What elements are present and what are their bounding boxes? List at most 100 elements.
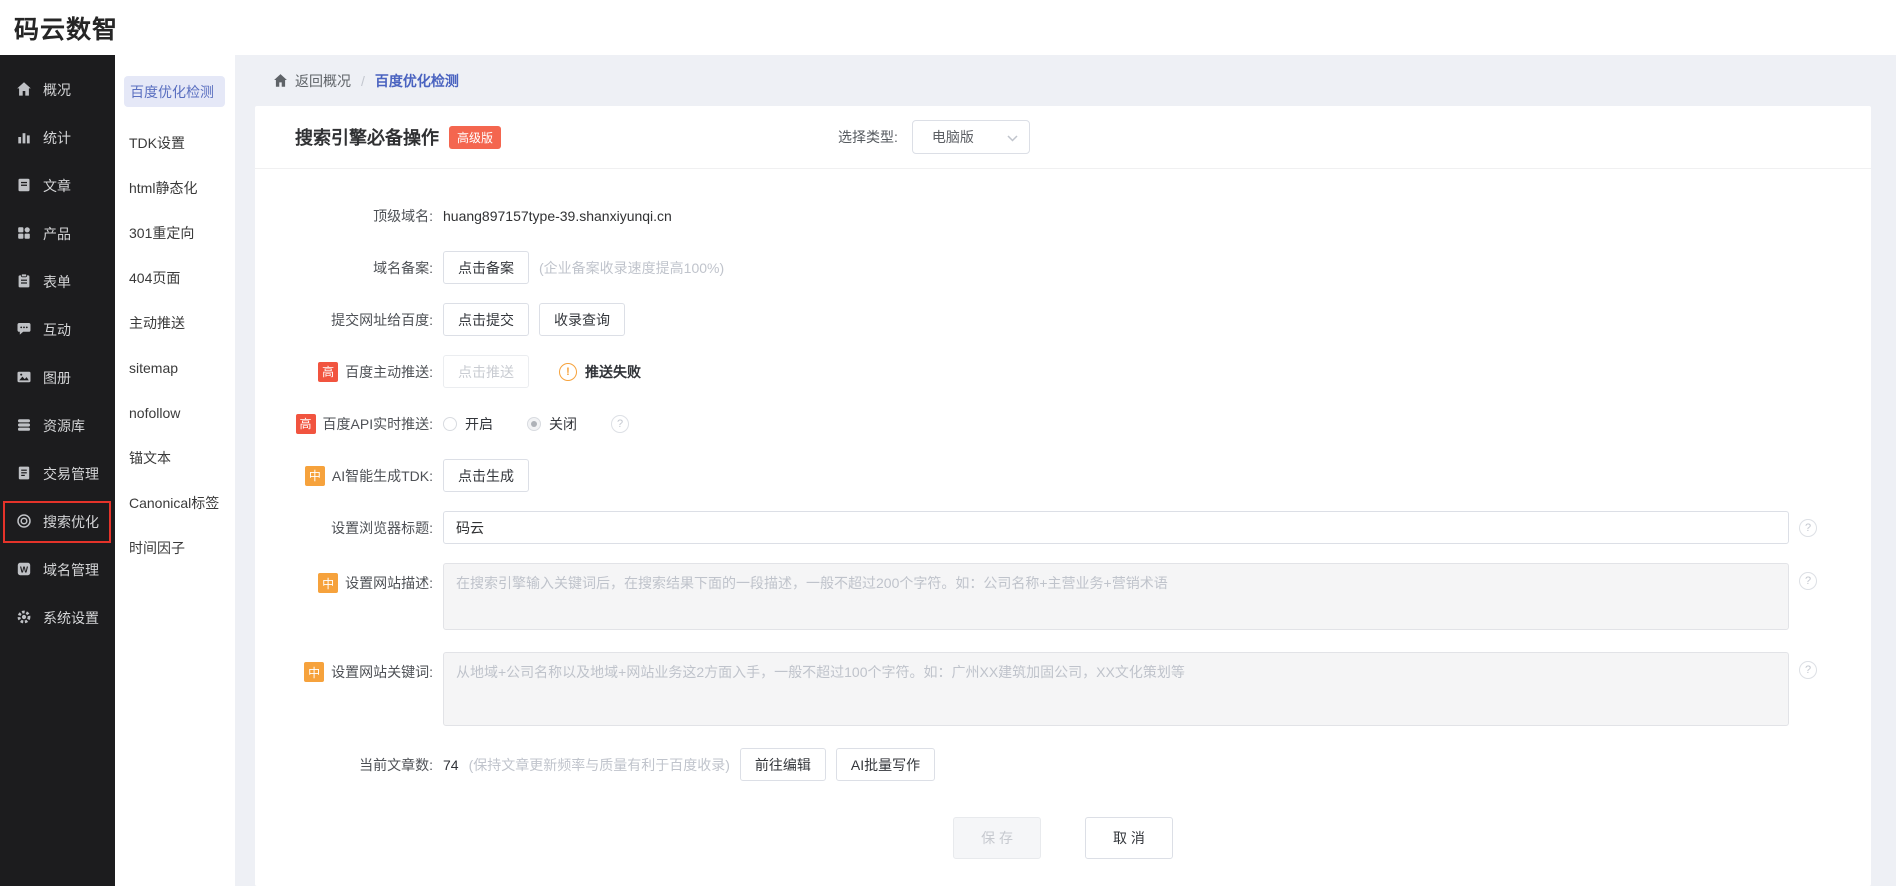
sidebar-item-transactions[interactable]: 交易管理 — [0, 450, 115, 498]
push-button-disabled[interactable]: 点击推送 — [443, 355, 529, 388]
site-description-textarea[interactable] — [443, 563, 1789, 630]
go-edit-button[interactable]: 前往编辑 — [740, 748, 826, 781]
warning-icon: ! — [559, 363, 577, 381]
sidebar-item-label: 表单 — [43, 272, 71, 292]
label-text: 百度主动推送: — [345, 362, 433, 382]
top-domain-value: huang897157type-39.shanxiyunqi.cn — [443, 208, 672, 224]
label-text: 设置浏览器标题: — [331, 518, 433, 538]
radio-api-push-off[interactable]: 关闭 — [527, 414, 577, 434]
help-icon[interactable]: ? — [1799, 572, 1817, 590]
sidebar-item-domains[interactable]: W 域名管理 — [0, 546, 115, 594]
page-title: 搜索引擎必备操作 — [295, 124, 439, 150]
database-icon — [16, 417, 32, 436]
submenu-item-nofollow[interactable]: nofollow — [115, 390, 235, 435]
form-footer: 保 存 取 消 — [295, 817, 1831, 859]
grid-icon — [16, 225, 32, 244]
svg-text:W: W — [20, 564, 29, 574]
form-row-ai-tdk: 中 AI智能生成TDK: 点击生成 — [295, 459, 1831, 492]
priority-high-badge: 高 — [318, 362, 338, 382]
sidebar-item-interaction[interactable]: 互动 — [0, 306, 115, 354]
chart-icon — [16, 129, 32, 148]
submenu-item-push[interactable]: 主动推送 — [115, 300, 235, 345]
sidebar-item-products[interactable]: 产品 — [0, 210, 115, 258]
radio-checked-icon — [527, 417, 541, 431]
save-button[interactable]: 保 存 — [953, 817, 1041, 859]
app-logo: 码云数智 — [14, 10, 118, 46]
primary-sidebar: 概况 统计 文章 产品 表单 互动 — [0, 55, 115, 886]
label-text: AI智能生成TDK: — [332, 466, 433, 486]
submenu-item-time-factor[interactable]: 时间因子 — [115, 525, 235, 570]
help-icon[interactable]: ? — [611, 415, 629, 433]
article-count-hint: (保持文章更新频率与质量有利于百度收录) — [469, 755, 730, 775]
help-icon[interactable]: ? — [1799, 661, 1817, 679]
type-select-group: 选择类型: 电脑版 — [838, 106, 1030, 168]
secondary-sidebar: 百度优化检测 TDK设置 html静态化 301重定向 404页面 主动推送 s… — [115, 55, 235, 886]
submenu-item-404[interactable]: 404页面 — [115, 255, 235, 300]
sidebar-item-label: 文章 — [43, 176, 71, 196]
breadcrumb: 返回概况 / 百度优化检测 — [255, 55, 1871, 106]
submenu-item-canonical[interactable]: Canonical标签 — [115, 480, 235, 525]
label-text: 域名备案: — [373, 258, 433, 278]
field-label: 顶级域名: — [295, 206, 433, 226]
field-label: 中 设置网站描述: — [295, 573, 433, 593]
index-query-button[interactable]: 收录查询 — [539, 303, 625, 336]
browser-title-input[interactable] — [443, 511, 1789, 544]
field-label: 提交网址给百度: — [295, 310, 433, 330]
label-text: 百度API实时推送: — [323, 414, 433, 434]
submit-url-button[interactable]: 点击提交 — [443, 303, 529, 336]
device-type-select[interactable]: 电脑版 — [912, 120, 1030, 154]
push-status: ! 推送失败 — [559, 362, 641, 382]
sidebar-item-label: 概况 — [43, 80, 71, 100]
home-icon[interactable] — [273, 73, 288, 88]
sidebar-item-overview[interactable]: 概况 — [0, 66, 115, 114]
sidebar-item-articles[interactable]: 文章 — [0, 162, 115, 210]
submenu-label: 时间因子 — [129, 538, 185, 558]
field-label: 中 AI智能生成TDK: — [295, 466, 433, 486]
submenu-label: 锚文本 — [129, 448, 171, 468]
sidebar-item-forms[interactable]: 表单 — [0, 258, 115, 306]
submenu-item-baidu-check[interactable]: 百度优化检测 — [124, 76, 225, 107]
site-keywords-textarea[interactable] — [443, 652, 1789, 726]
help-icon[interactable]: ? — [1799, 519, 1817, 537]
type-select-label: 选择类型: — [838, 127, 898, 147]
submenu-item-html-static[interactable]: html静态化 — [115, 165, 235, 210]
radio-api-push-on[interactable]: 开启 — [443, 414, 493, 434]
priority-mid-badge: 中 — [318, 573, 338, 593]
submenu-item-sitemap[interactable]: sitemap — [115, 345, 235, 390]
sidebar-item-gallery[interactable]: 图册 — [0, 354, 115, 402]
sidebar-item-resources[interactable]: 资源库 — [0, 402, 115, 450]
layout: 概况 统计 文章 产品 表单 互动 — [0, 55, 1896, 886]
submenu-item-301[interactable]: 301重定向 — [115, 210, 235, 255]
submenu-label: 主动推送 — [129, 313, 185, 333]
submenu-label: 百度优化检测 — [130, 82, 214, 102]
sidebar-item-label: 系统设置 — [43, 608, 99, 628]
app-root: 码云数智 概况 统计 文章 产品 表单 — [0, 0, 1896, 886]
gallery-icon — [16, 369, 32, 388]
submenu-item-tdk[interactable]: TDK设置 — [115, 120, 235, 165]
submenu-item-anchor[interactable]: 锚文本 — [115, 435, 235, 480]
generate-tdk-button[interactable]: 点击生成 — [443, 459, 529, 492]
form-row-active-push: 高 百度主动推送: 点击推送 ! 推送失败 — [295, 355, 1831, 388]
sidebar-item-settings[interactable]: 系统设置 — [0, 594, 115, 642]
sidebar-item-label: 产品 — [43, 224, 71, 244]
submenu-label: TDK设置 — [129, 133, 185, 153]
submenu-label: Canonical标签 — [129, 493, 219, 513]
breadcrumb-back-link[interactable]: 返回概况 — [295, 71, 351, 91]
sidebar-item-seo[interactable]: 搜索优化 — [0, 498, 115, 546]
ai-batch-write-button[interactable]: AI批量写作 — [836, 748, 935, 781]
panel-header: 搜索引擎必备操作 高级版 选择类型: 电脑版 — [255, 106, 1871, 169]
sidebar-item-label: 域名管理 — [43, 560, 99, 580]
push-status-text: 推送失败 — [585, 362, 641, 382]
sidebar-item-label: 图册 — [43, 368, 71, 388]
article-icon — [16, 177, 32, 196]
sidebar-item-stats[interactable]: 统计 — [0, 114, 115, 162]
field-label: 设置浏览器标题: — [295, 518, 433, 538]
cancel-button[interactable]: 取 消 — [1085, 817, 1173, 859]
main-content: 返回概况 / 百度优化检测 搜索引擎必备操作 高级版 选择类型: 电脑版 — [235, 55, 1896, 886]
beian-button[interactable]: 点击备案 — [443, 251, 529, 284]
home-icon — [16, 81, 32, 100]
breadcrumb-separator: / — [361, 73, 365, 89]
radio-unchecked-icon — [443, 417, 457, 431]
beian-hint: (企业备案收录速度提高100%) — [539, 258, 724, 278]
gear-icon — [16, 609, 32, 628]
